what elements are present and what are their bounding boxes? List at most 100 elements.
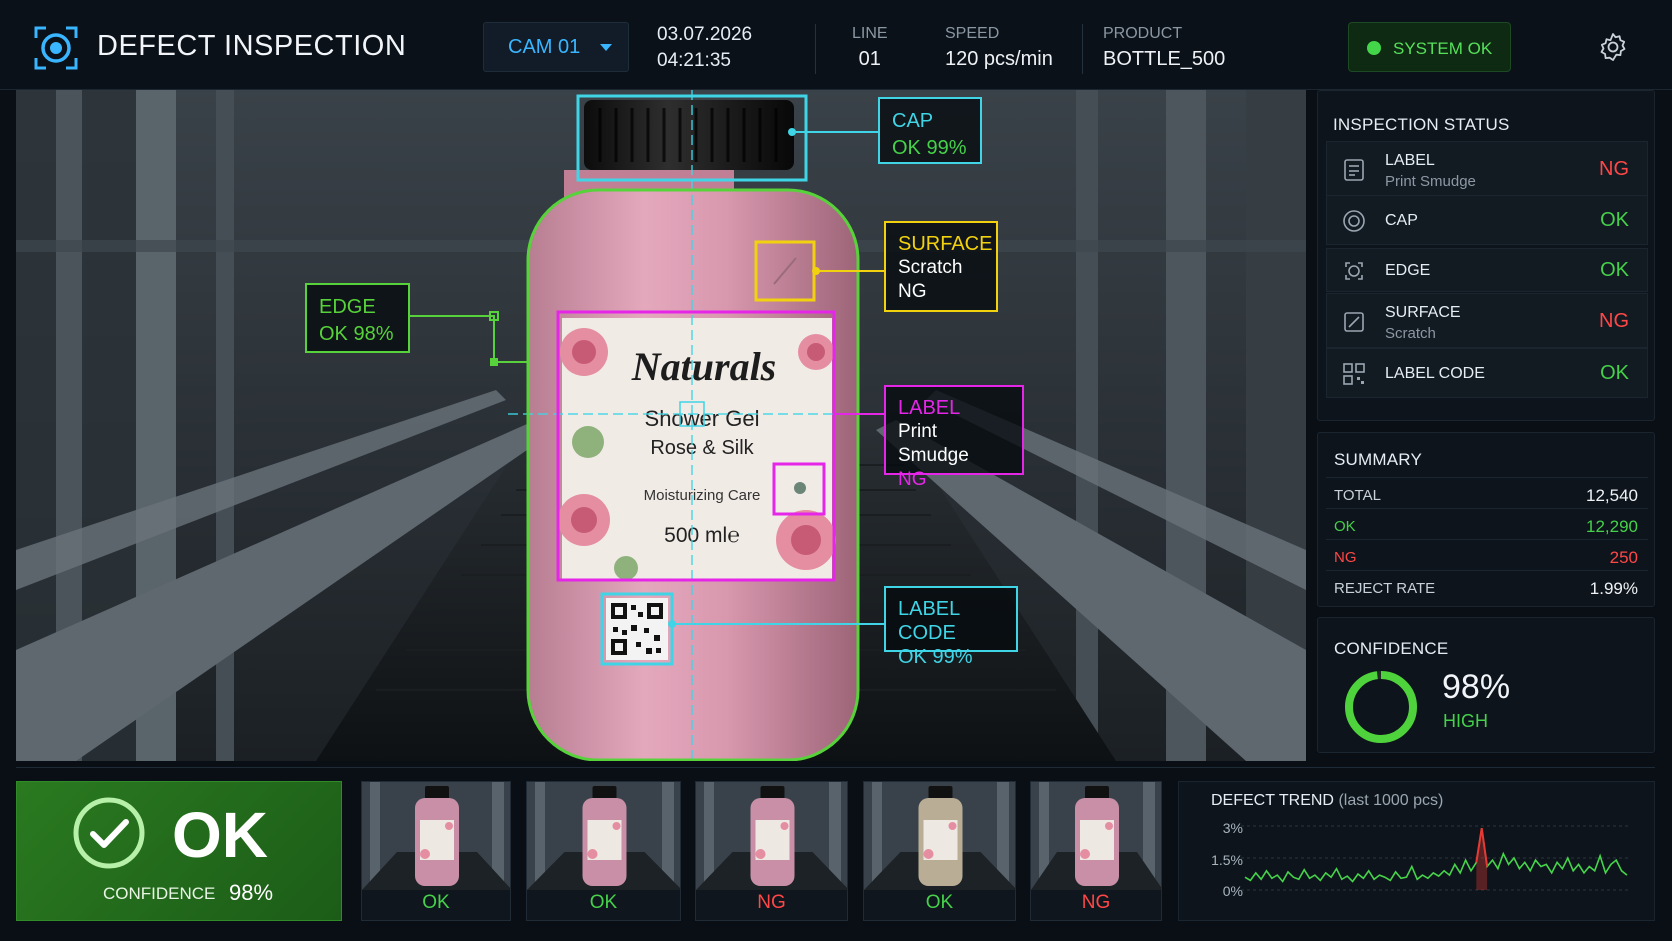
edge-icon bbox=[1345, 262, 1363, 280]
summary-ng-row: NG 250 bbox=[1326, 539, 1648, 570]
qr-code bbox=[606, 598, 668, 660]
label-brand: Naturals bbox=[631, 344, 777, 389]
summary-reject-row: REJECT RATE 1.99% bbox=[1326, 570, 1648, 601]
status-row-surface[interactable]: SURFACE Scratch NG bbox=[1326, 293, 1648, 348]
camera-lens-icon bbox=[34, 26, 78, 70]
status-row-edge[interactable]: EDGE OK bbox=[1326, 248, 1648, 292]
summary-panel: SUMMARY TOTAL 12,540 OK 12,290 NG 250 RE… bbox=[1317, 432, 1655, 607]
datetime: 03.07.2026 04:21:35 bbox=[657, 22, 752, 74]
camera-scene: Naturals Shower Gel Rose & Silk Moisturi… bbox=[16, 90, 1306, 761]
chevron-down-icon bbox=[600, 44, 612, 51]
confidence-value: 98% bbox=[1442, 668, 1511, 706]
surface-annotation-title: SURFACE bbox=[898, 233, 993, 255]
defect-trend-panel: DEFECT TREND (last 1000 pcs) 3% 1.5% 0% bbox=[1178, 781, 1655, 921]
result-panel: OK CONFIDENCE 98% bbox=[16, 781, 342, 921]
product-label: PRODUCT bbox=[1103, 25, 1183, 42]
status-row-name: LABEL CODE bbox=[1385, 365, 1485, 382]
summary-reject-label: REJECT RATE bbox=[1334, 580, 1436, 597]
edge-annotation-title: EDGE bbox=[319, 296, 376, 318]
confidence-ring bbox=[1345, 671, 1417, 743]
gear-icon[interactable] bbox=[1598, 32, 1628, 62]
capture-thumbnail[interactable]: NG bbox=[1030, 781, 1162, 921]
label-line2: Rose & Silk bbox=[650, 437, 754, 459]
speed-info: SPEED 120 pcs/min bbox=[945, 24, 1053, 69]
camera-view: Naturals Shower Gel Rose & Silk Moisturi… bbox=[16, 90, 1306, 761]
trend-line bbox=[1244, 827, 1628, 883]
capture-status: OK bbox=[925, 892, 954, 913]
line-info: LINE 01 bbox=[852, 24, 888, 69]
capture-status: NG bbox=[757, 892, 786, 913]
status-row-label-code[interactable]: LABEL CODE OK bbox=[1326, 348, 1648, 398]
capture-status: NG bbox=[1081, 892, 1111, 913]
inspection-status-panel: INSPECTION STATUS LABEL Print Smudge NG CAP… bbox=[1317, 90, 1655, 421]
summary-ok-value: 12,290 bbox=[1586, 517, 1638, 536]
status-row-result: OK bbox=[1600, 209, 1629, 231]
trend-title-text: DEFECT TREND bbox=[1211, 792, 1334, 809]
status-row-name: CAP bbox=[1385, 212, 1418, 229]
status-row-name: SURFACE bbox=[1385, 304, 1461, 321]
status-row-result: NG bbox=[1599, 310, 1629, 332]
status-row-result: NG bbox=[1599, 158, 1629, 180]
product-value: BOTTLE_500 bbox=[1103, 48, 1226, 70]
date-value: 03.07.2026 bbox=[657, 24, 753, 45]
divider bbox=[1082, 24, 1083, 74]
trend-chart bbox=[1241, 825, 1631, 891]
surface-annotation-result: NG bbox=[898, 281, 927, 302]
capture-thumbnail[interactable]: OK bbox=[863, 781, 1016, 921]
capture-thumbnail[interactable]: NG bbox=[695, 781, 848, 921]
capture-image bbox=[527, 782, 680, 890]
label-code-annotation-title: LABEL CODE bbox=[898, 598, 960, 644]
status-dot-icon bbox=[1367, 41, 1381, 55]
status-row-label[interactable]: LABEL Print Smudge NG bbox=[1326, 141, 1648, 196]
system-status-text: SYSTEM OK bbox=[1393, 39, 1493, 58]
header-bar: DEFECT INSPECTION CAM 01 03.07.2026 04:2… bbox=[0, 0, 1672, 90]
cap-annotation: CAP OK 99% bbox=[878, 97, 982, 164]
cap-annotation-result: OK 99% bbox=[892, 137, 967, 159]
label-annotation-title: LABEL bbox=[898, 397, 961, 419]
result-confidence-value: 98% bbox=[229, 880, 274, 905]
system-status-badge: SYSTEM OK bbox=[1348, 22, 1511, 72]
edge-annotation: EDGE OK 98% bbox=[305, 283, 410, 353]
capture-image bbox=[362, 782, 510, 890]
cap-icon bbox=[1343, 210, 1365, 232]
status-row-result: OK bbox=[1600, 362, 1629, 384]
line-label: LINE bbox=[852, 25, 888, 42]
status-row-result: OK bbox=[1600, 259, 1629, 281]
trend-title: DEFECT TREND (last 1000 pcs) bbox=[1211, 792, 1443, 810]
inspection-app: DEFECT INSPECTION CAM 01 03.07.2026 04:2… bbox=[0, 0, 1672, 941]
capture-image bbox=[1031, 782, 1161, 890]
summary-ok-label: OK bbox=[1334, 518, 1356, 535]
divider bbox=[16, 767, 1655, 768]
capture-image bbox=[864, 782, 1015, 890]
summary-ok-row: OK 12,290 bbox=[1326, 508, 1648, 539]
check-circle-icon bbox=[73, 797, 145, 869]
summary-total-value: 12,540 bbox=[1586, 486, 1638, 505]
confidence-ring-fill bbox=[1345, 671, 1417, 743]
trend-subtitle: (last 1000 pcs) bbox=[1338, 792, 1444, 809]
status-row-detail: Print Smudge bbox=[1385, 173, 1476, 190]
product-info: PRODUCT BOTTLE_500 bbox=[1103, 24, 1225, 69]
surface-icon bbox=[1344, 312, 1364, 332]
trend-y-tick: 1.5% bbox=[1211, 852, 1243, 868]
label-icon bbox=[1344, 159, 1364, 181]
status-row-detail: Scratch bbox=[1385, 325, 1436, 342]
capture-thumbnail[interactable]: OK bbox=[361, 781, 511, 921]
status-row-cap[interactable]: CAP OK bbox=[1326, 195, 1648, 245]
qr-code-icon bbox=[1343, 363, 1365, 385]
label-annotation: LABEL Print Smudge NG bbox=[884, 385, 1024, 490]
summary-total-label: TOTAL bbox=[1334, 487, 1381, 504]
label-annotation-detail: Print Smudge bbox=[898, 421, 969, 466]
time-value: 04:21:35 bbox=[657, 50, 731, 71]
summary-title: SUMMARY bbox=[1334, 450, 1422, 469]
line-value: 01 bbox=[858, 48, 881, 70]
label-code-annotation: LABEL CODE OK 99% bbox=[884, 586, 1018, 668]
capture-status: OK bbox=[589, 892, 618, 913]
result-status: OK bbox=[172, 799, 268, 871]
capture-thumbnail[interactable]: OK bbox=[526, 781, 681, 921]
result-confidence-label: CONFIDENCE bbox=[103, 884, 216, 903]
edge-annotation-result: OK 98% bbox=[319, 323, 394, 345]
status-row-name: LABEL bbox=[1385, 152, 1435, 169]
surface-annotation: SURFACE Scratch NG bbox=[884, 221, 998, 312]
camera-select[interactable]: CAM 01 bbox=[483, 22, 629, 72]
capture-status: OK bbox=[422, 892, 450, 913]
